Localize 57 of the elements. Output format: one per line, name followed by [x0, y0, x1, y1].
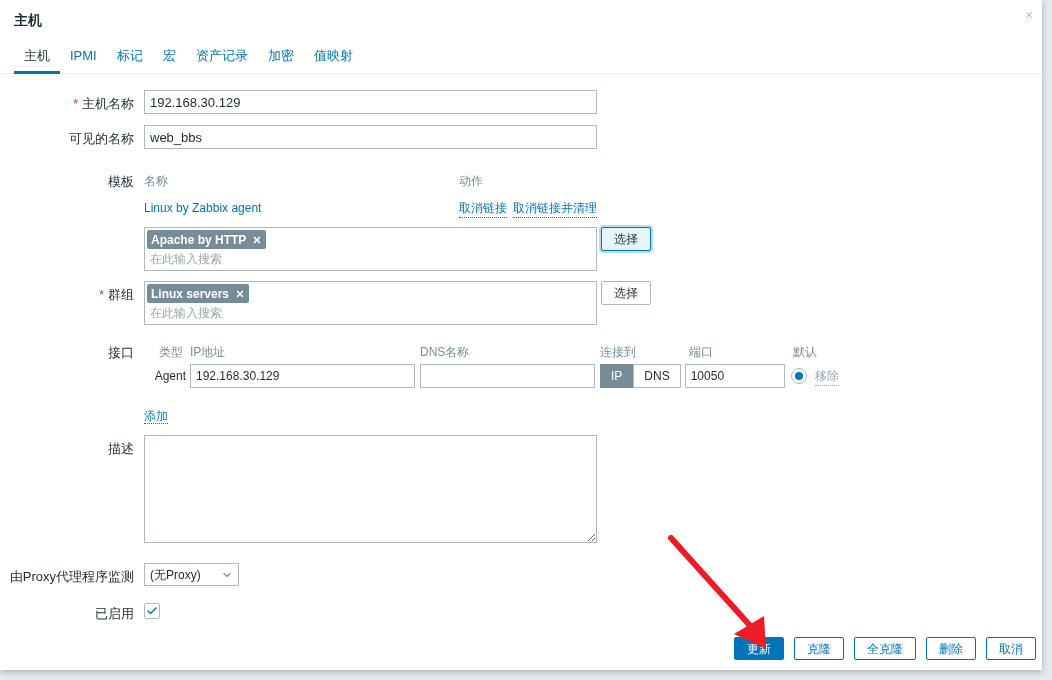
- tab[interactable]: 值映射: [303, 41, 363, 74]
- field-label: 群组: [108, 286, 134, 304]
- tag-chip[interactable]: Apache by HTTP: [147, 230, 267, 249]
- select-button[interactable]: 选择: [601, 227, 651, 251]
- close-icon[interactable]: [1024, 10, 1034, 20]
- add-link[interactable]: 添加: [144, 409, 168, 424]
- field-label: 由Proxy代理程序监测: [9, 568, 134, 586]
- proxy-dropdown[interactable]: (无Proxy): [144, 563, 239, 586]
- column-header: IP地址: [190, 344, 227, 361]
- action-button[interactable]: 克隆: [794, 637, 844, 660]
- tab[interactable]: 加密: [257, 41, 304, 74]
- column-header: 动作: [459, 173, 483, 190]
- tab[interactable]: 宏: [152, 41, 186, 74]
- description-field[interactable]: [144, 435, 597, 543]
- search-placeholder: 在此输入搜索: [149, 305, 223, 322]
- field-label: 已启用: [95, 604, 134, 623]
- select-button[interactable]: 选择: [601, 281, 651, 305]
- column-header: 端口: [689, 344, 714, 361]
- enabled-checkbox[interactable]: [144, 602, 160, 619]
- template-link[interactable]: Linux by Zabbix agent: [144, 199, 459, 218]
- column-header: 连接到: [600, 344, 637, 361]
- remove-icon[interactable]: [235, 288, 246, 299]
- action-link[interactable]: 取消链接: [459, 199, 507, 218]
- field-label: 接口: [108, 344, 134, 362]
- connect-toggle[interactable]: DNS: [633, 364, 681, 388]
- multiselect-field[interactable]: Apache by HTTP 在此输入搜索: [144, 227, 597, 271]
- column-header: 名称: [144, 173, 169, 190]
- column-header: 默认: [793, 344, 818, 361]
- field-label: 可见的名称: [69, 130, 134, 148]
- dns-field[interactable]: [420, 364, 595, 388]
- interface-type: Agent: [153, 368, 187, 385]
- column-header: DNS名称: [420, 344, 471, 361]
- port-field[interactable]: 10050: [684, 364, 785, 388]
- action-button[interactable]: 全克隆: [854, 637, 916, 660]
- multiselect-field[interactable]: Linux servers 在此输入搜索: [144, 281, 597, 325]
- text-field[interactable]: 192.168.30.129: [144, 90, 597, 114]
- required-mark: *: [72, 95, 78, 113]
- action-link[interactable]: 取消链接并清理: [513, 199, 597, 218]
- tag-chip[interactable]: Linux servers: [147, 284, 250, 303]
- field-label: 主机名称: [82, 95, 134, 113]
- tab[interactable]: 主机: [14, 41, 60, 74]
- remove-icon[interactable]: [252, 234, 263, 245]
- action-button[interactable]: 删除: [926, 637, 976, 660]
- connect-toggle[interactable]: IP: [600, 364, 634, 388]
- ip-field[interactable]: 192.168.30.129: [190, 364, 415, 388]
- action-button[interactable]: 取消: [986, 637, 1036, 660]
- required-mark: *: [98, 286, 104, 304]
- dialog-title: 主机: [14, 11, 42, 30]
- search-placeholder: 在此输入搜索: [149, 251, 223, 268]
- text-field[interactable]: web_bbs: [144, 125, 597, 149]
- field-label: 描述: [108, 440, 134, 458]
- tab[interactable]: 标记: [106, 41, 153, 74]
- tab[interactable]: IPMI: [60, 41, 107, 74]
- check-icon: [146, 604, 158, 617]
- field-label: 模板: [108, 173, 134, 191]
- column-header: 类型: [158, 344, 184, 361]
- tab[interactable]: 资产记录: [185, 41, 258, 74]
